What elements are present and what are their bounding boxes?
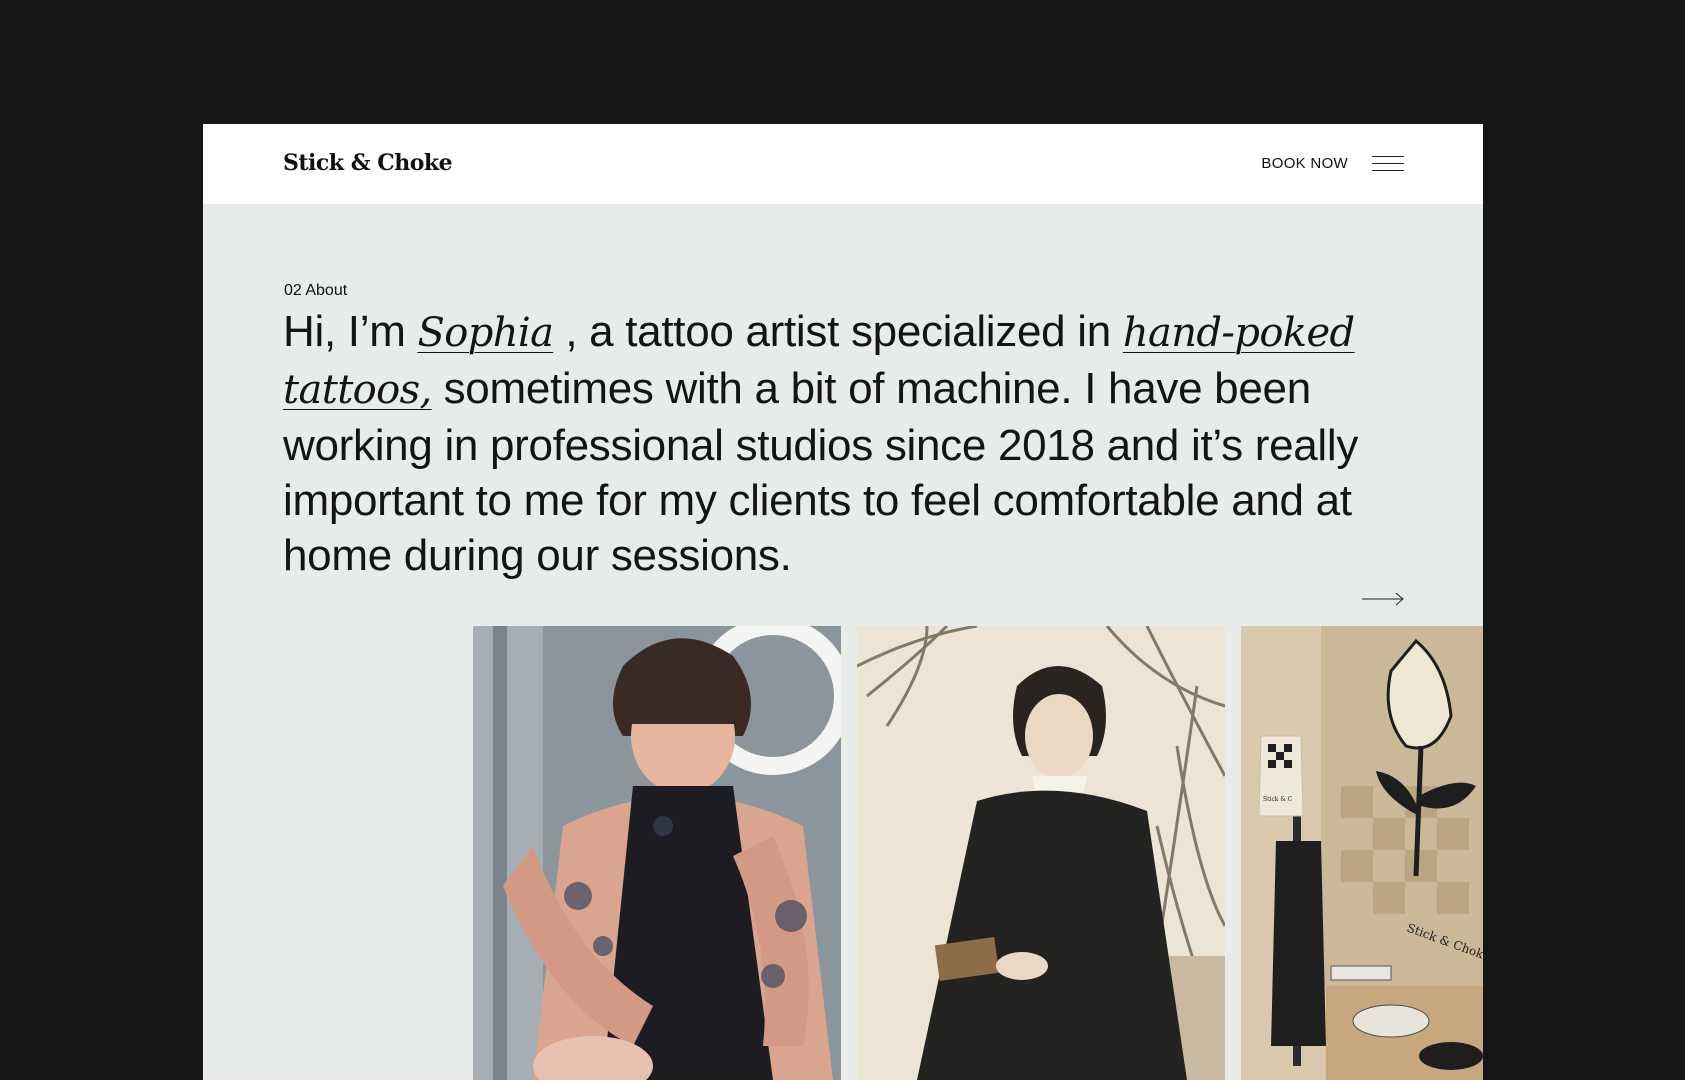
hamburger-icon[interactable] (1372, 154, 1404, 174)
intro-text: Hi, I’m (283, 307, 418, 356)
intro-text: , a tattoo artist specialized in (553, 307, 1123, 356)
book-now-link[interactable]: BOOK NOW (1261, 155, 1348, 172)
arrow-right-icon[interactable] (1361, 592, 1405, 606)
gallery-photo-studio[interactable]: Stick & Choke Stick & C (1241, 626, 1483, 1080)
artist-name: Sophia (417, 310, 554, 356)
browser-page: Stick & Choke BOOK NOW 02 About Hi, I’m … (203, 124, 1483, 1080)
intro-text: sometimes with a bit of machine. I have … (283, 364, 1359, 580)
photo-gallery[interactable]: Stick & Choke Stick & C (473, 626, 1483, 1080)
tote-text: Stick & C (1263, 796, 1293, 803)
section-label: 02 About (284, 282, 348, 299)
logo[interactable]: Stick & Choke (283, 150, 453, 176)
gallery-photo-artist[interactable] (473, 626, 841, 1080)
site-header: Stick & Choke BOOK NOW (203, 124, 1483, 204)
about-intro: Hi, I’m Sophia , a tattoo artist special… (283, 304, 1423, 583)
gallery-photo-portrait[interactable] (857, 626, 1225, 1080)
